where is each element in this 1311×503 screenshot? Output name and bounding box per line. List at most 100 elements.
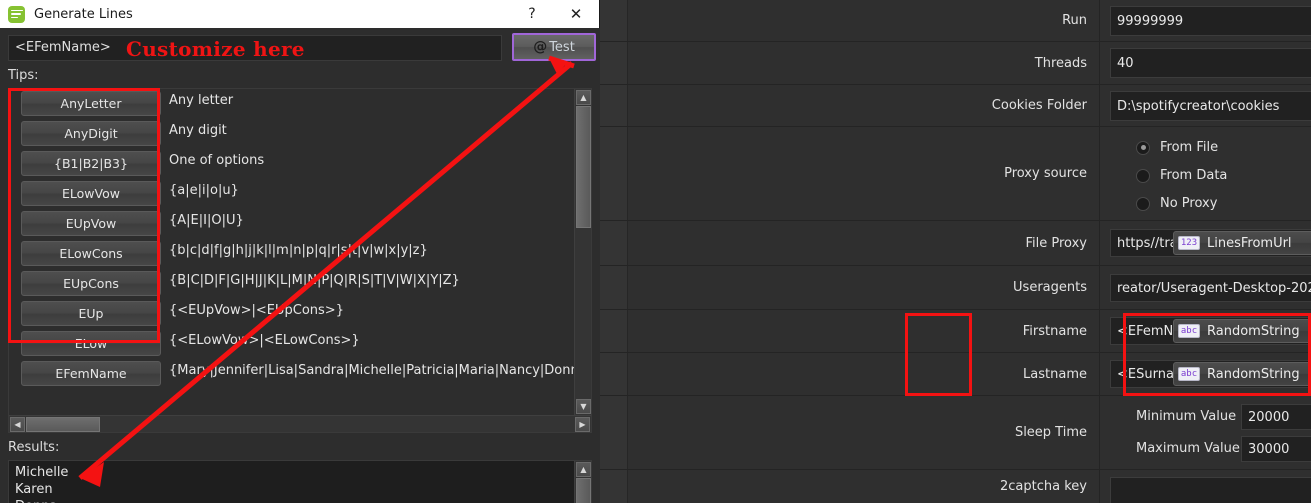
tip-description: {<ELowVow>|<ELowCons>} xyxy=(169,333,360,348)
tip-row: ELowVow {a|e|i|o|u} xyxy=(9,179,575,209)
row-label-run: Run xyxy=(628,0,1100,41)
row-handle[interactable] xyxy=(600,266,628,309)
tip-button-elow[interactable]: ELow xyxy=(21,331,161,356)
row-label-useragents: Useragents xyxy=(628,266,1100,309)
file-proxy-type-combo[interactable]: 123 LinesFromUrl xyxy=(1173,231,1311,255)
tip-description: Any digit xyxy=(169,123,227,138)
table-row: 2captcha key xyxy=(600,470,1311,503)
table-row: Run 99999999 xyxy=(600,0,1311,42)
tip-description: {Mary|Jennifer|Lisa|Sandra|Michelle|Patr… xyxy=(169,363,575,378)
test-button[interactable]: @ Test xyxy=(512,33,596,61)
tip-description: {b|c|d|f|g|h|j|k|l|m|n|p|q|r|s|t|v|w|x|y… xyxy=(169,243,428,258)
table-row: Cookies Folder D:\spotifycreator\cookies xyxy=(600,85,1311,127)
table-row: Lastname <ESurname> abc RandomString xyxy=(600,353,1311,396)
tip-button-elowcons[interactable]: ELowCons xyxy=(21,241,161,266)
tip-button-anydigit[interactable]: AnyDigit xyxy=(21,121,161,146)
dialog-body: <EFemName> Customize here @ Test Tips: A… xyxy=(0,28,600,503)
result-line: Donna xyxy=(15,498,68,503)
threads-input-text: 40 xyxy=(1117,55,1134,71)
result-line: Karen xyxy=(15,482,53,497)
scroll-left-icon[interactable]: ◀ xyxy=(10,417,25,432)
row-handle[interactable] xyxy=(600,353,628,395)
table-row: File Proxy https//trangtimviec.com/danie… xyxy=(600,221,1311,266)
row-handle[interactable] xyxy=(600,0,628,41)
row-extra-2captcha-key xyxy=(1163,470,1311,503)
row-handle[interactable] xyxy=(600,221,628,265)
scrollbar-thumb-horizontal[interactable] xyxy=(26,417,100,432)
tip-row: ELowCons {b|c|d|f|g|h|j|k|l|m|n|p|q|r|s|t… xyxy=(9,239,575,269)
row-handle[interactable] xyxy=(600,310,628,352)
pattern-input[interactable]: <EFemName> xyxy=(8,35,502,61)
row-label-firstname: Firstname xyxy=(628,310,1100,352)
row-extra-run xyxy=(1163,0,1311,41)
tip-row: AnyLetter Any letter xyxy=(9,89,575,119)
tip-button-eupvow[interactable]: EUpVow xyxy=(21,211,161,236)
settings-grid: Run 99999999 Threads 40 ▲ ▼ xyxy=(600,0,1311,503)
tips-label: Tips: xyxy=(8,68,39,83)
number-type-icon: 123 xyxy=(1178,236,1200,250)
row-label-cookies-folder: Cookies Folder xyxy=(628,85,1100,126)
generate-lines-dialog: Generate Lines ? ✕ <EFemName> Customize … xyxy=(0,0,600,503)
row-label-file-proxy: File Proxy xyxy=(628,221,1100,265)
row-extra-threads xyxy=(1163,42,1311,84)
scroll-down-icon[interactable]: ▼ xyxy=(576,399,591,414)
tip-button-eup[interactable]: EUp xyxy=(21,301,161,326)
row-extra-firstname: abc RandomString xyxy=(1163,310,1311,352)
result-line: Michelle xyxy=(15,465,69,480)
results-scroll-up-icon[interactable]: ▲ xyxy=(576,462,591,477)
table-row: Threads 40 ▲ ▼ xyxy=(600,42,1311,85)
tip-row: ELow {<ELowVow>|<ELowCons>} xyxy=(9,329,575,359)
close-button[interactable]: ✕ xyxy=(553,0,599,28)
tips-vertical-scrollbar[interactable]: ▲ ▼ xyxy=(574,89,591,415)
tip-description: {<EUpVow>|<EUpCons>} xyxy=(169,303,344,318)
tip-description: {A|E|I|O|U} xyxy=(169,213,244,228)
results-panel[interactable]: Michelle KarenDonna ▲ xyxy=(8,460,592,503)
scrollbar-thumb[interactable] xyxy=(576,106,591,228)
radio-icon[interactable] xyxy=(1136,168,1150,183)
row-handle[interactable] xyxy=(600,85,628,126)
pattern-row: <EFemName> Customize here @ Test xyxy=(8,33,596,61)
tip-row: {B1|B2|B3} One of options xyxy=(9,149,575,179)
tips-list: AnyLetter Any letter AnyDigit Any digit {B1|… xyxy=(9,89,575,416)
tip-description: One of options xyxy=(169,153,265,168)
scroll-right-icon[interactable]: ▶ xyxy=(575,417,590,432)
scroll-up-icon[interactable]: ▲ xyxy=(576,90,591,105)
tips-panel: AnyLetter Any letter AnyDigit Any digit {B1|… xyxy=(8,88,592,433)
tip-button-efemname[interactable]: EFemName xyxy=(21,361,161,386)
radio-icon[interactable] xyxy=(1136,196,1150,211)
results-scrollbar-thumb[interactable] xyxy=(576,478,591,503)
tip-description: Any letter xyxy=(169,93,234,108)
file-proxy-type-label: LinesFromUrl xyxy=(1207,235,1292,251)
row-handle[interactable] xyxy=(600,470,628,503)
tip-button-anyletter[interactable]: AnyLetter xyxy=(21,91,161,116)
tip-row: EUp {<EUpVow>|<EUpCons>} xyxy=(9,299,575,329)
row-handle[interactable] xyxy=(600,396,628,469)
help-button[interactable]: ? xyxy=(511,0,553,28)
dialog-title: Generate Lines xyxy=(34,6,133,22)
firstname-type-combo[interactable]: abc RandomString xyxy=(1173,319,1311,343)
row-extra-useragents xyxy=(1163,266,1311,309)
tip-description: {a|e|i|o|u} xyxy=(169,183,239,198)
tips-horizontal-scrollbar[interactable]: ◀ ▶ xyxy=(9,415,591,432)
results-vertical-scrollbar[interactable]: ▲ xyxy=(574,461,591,503)
tip-button-b1b2b3[interactable]: {B1|B2|B3} xyxy=(21,151,161,176)
row-label-lastname: Lastname xyxy=(628,353,1100,395)
row-extra-file-proxy: 123 LinesFromUrl xyxy=(1163,221,1311,265)
table-row: Useragents reator/Useragent-Desktop-2022… xyxy=(600,266,1311,310)
row-label-proxy-source: Proxy source xyxy=(628,127,1100,220)
table-row: Firstname <EFemName> abc RandomString xyxy=(600,310,1311,353)
row-label-threads: Threads xyxy=(628,42,1100,84)
row-handle[interactable] xyxy=(600,127,628,220)
radio-icon-selected[interactable] xyxy=(1136,140,1150,155)
table-row: Proxy source From File From Data No Prox… xyxy=(600,127,1311,221)
tip-row: EUpCons {B|C|D|F|G|H|J|K|L|M|N|P|Q|R|S|T|… xyxy=(9,269,575,299)
row-handle[interactable] xyxy=(600,42,628,84)
tip-button-elowvow[interactable]: ELowVow xyxy=(21,181,161,206)
lastname-type-label: RandomString xyxy=(1207,366,1300,382)
firstname-type-label: RandomString xyxy=(1207,323,1300,339)
results-label: Results: xyxy=(8,440,60,455)
tip-row: AnyDigit Any digit xyxy=(9,119,575,149)
tip-button-eupcons[interactable]: EUpCons xyxy=(21,271,161,296)
dialog-titlebar: Generate Lines ? ✕ xyxy=(0,0,599,28)
lastname-type-combo[interactable]: abc RandomString xyxy=(1173,362,1311,386)
